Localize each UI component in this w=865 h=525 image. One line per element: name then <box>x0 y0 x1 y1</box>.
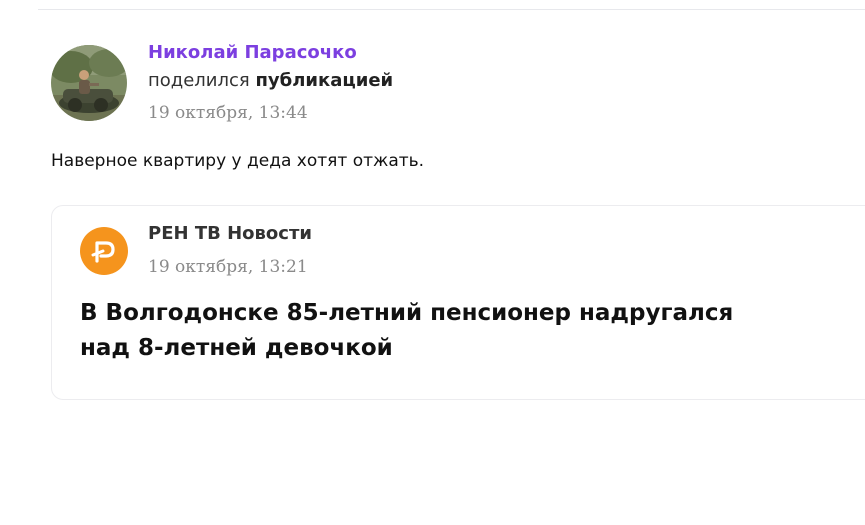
shared-publication-link[interactable]: публикацией <box>255 70 393 91</box>
shared-post-title[interactable]: В Волгодонске 85-летний пенсионер надруг… <box>80 296 780 366</box>
ren-tv-logo-icon[interactable] <box>80 227 128 275</box>
source-name[interactable]: РЕН ТВ Новости <box>148 223 312 244</box>
avatar-photo <box>51 45 127 121</box>
shared-post-card[interactable]: РЕН ТВ Новости 19 октября, 13:21 В Волго… <box>51 205 865 400</box>
source-date: 19 октября, 13:21 <box>148 257 308 277</box>
author-name[interactable]: Николай Парасочко <box>148 42 357 63</box>
ren-tv-logo-glyph <box>91 241 115 263</box>
post-text: Наверное квартиру у деда хотят отжать. <box>51 151 425 171</box>
share-line: поделился публикацией <box>148 70 393 91</box>
post-date[interactable]: 19 октября, 13:44 <box>148 103 308 123</box>
feed-post: Николай Парасочко поделился публикацией … <box>0 0 865 525</box>
share-prefix: поделился <box>148 70 250 91</box>
author-avatar[interactable] <box>51 45 127 121</box>
